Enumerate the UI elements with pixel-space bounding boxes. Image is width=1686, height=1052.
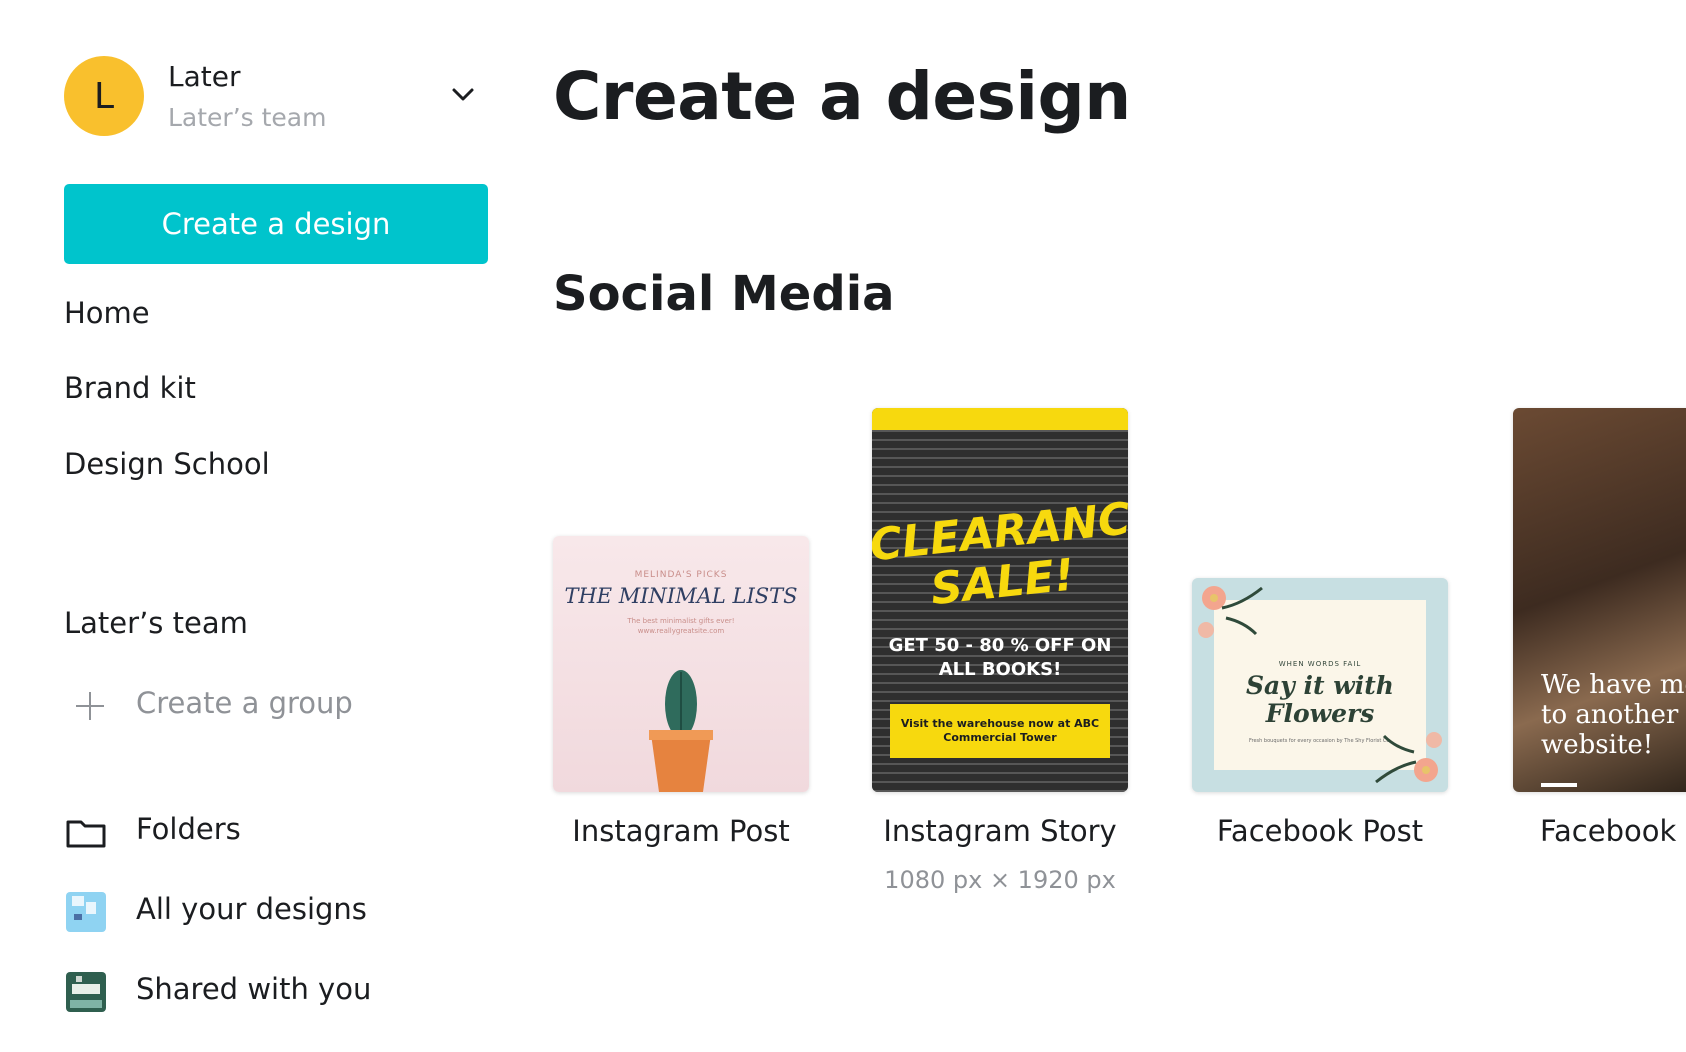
card-label[interactable]: Facebook Post — [1192, 814, 1448, 848]
create-group-button[interactable]: Create a group — [64, 686, 353, 726]
account-name[interactable]: Later — [168, 60, 240, 93]
thumb-pretitle: MELINDA'S PICKS — [634, 570, 728, 580]
cactus-pot-image — [649, 670, 713, 792]
chevron-down-icon[interactable] — [448, 84, 478, 104]
shared-label: Shared with you — [136, 972, 372, 1006]
thumb-cta: Visit the warehouse now at ABC Commercia… — [890, 704, 1110, 758]
folders-label: Folders — [136, 812, 241, 846]
shared-thumbnail-icon — [66, 972, 106, 1012]
thumb-text: We have movedto anotherwebsite! — [1541, 670, 1686, 760]
page-title: Create a design — [553, 58, 1131, 135]
designs-thumbnail-icon — [66, 892, 106, 932]
card-label[interactable]: Instagram Post — [553, 814, 809, 848]
facebook-story-thumbnail[interactable]: We have movedto anotherwebsite! — [1513, 408, 1686, 792]
section-title: Social Media — [553, 266, 895, 322]
avatar-letter: L — [93, 75, 115, 117]
team-section-label: Later’s team — [64, 606, 248, 640]
instagram-post-thumbnail[interactable]: MELINDA'S PICKS THE MINIMAL LISTS The be… — [553, 536, 809, 792]
account-team-name: Later’s team — [168, 103, 327, 132]
thumb-title: THE MINIMAL LISTS — [564, 584, 798, 608]
all-designs-label: All your designs — [136, 892, 367, 926]
card-label[interactable]: Instagram Story — [872, 814, 1128, 848]
yellow-top-bar — [872, 408, 1128, 430]
sidebar-item-design-school[interactable]: Design School — [64, 447, 270, 481]
thumb-underline — [1541, 783, 1577, 787]
card-dimensions: 1080 px × 1920 px — [884, 866, 1116, 894]
flowers-bottom-right-image — [1375, 732, 1442, 784]
card-label[interactable]: Facebook Story — [1540, 814, 1686, 848]
facebook-post-thumbnail[interactable]: WHEN WORDS FAIL Say it with Flowers Fres… — [1192, 578, 1448, 792]
plus-icon — [74, 690, 106, 722]
thumb-pretitle: WHEN WORDS FAIL — [1278, 660, 1362, 668]
instagram-story-thumbnail[interactable]: CLEARANCE SALE! GET 50 - 80 % OFF ON ALL… — [872, 408, 1128, 792]
thumb-offer: GET 50 - 80 % OFF ON ALL BOOKS! — [888, 635, 1112, 680]
flowers-top-left-image — [1198, 586, 1263, 638]
team-avatar[interactable]: L — [64, 56, 144, 136]
folder-icon — [66, 820, 106, 848]
thumb-subtitle: The best minimalist gifts ever! www.real… — [627, 617, 735, 635]
create-group-label: Create a group — [136, 686, 353, 720]
sidebar-item-home[interactable]: Home — [64, 296, 150, 330]
sidebar-item-brand-kit[interactable]: Brand kit — [64, 371, 196, 405]
create-design-button[interactable]: Create a design — [64, 184, 488, 264]
